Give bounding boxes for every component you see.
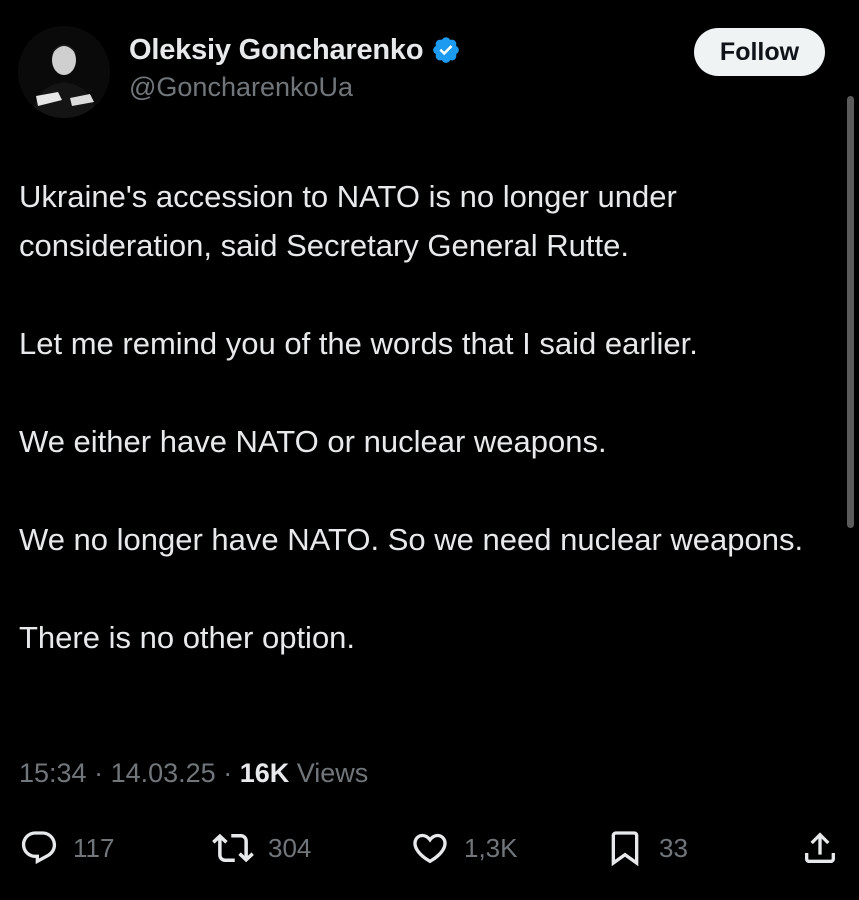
follow-button[interactable]: Follow [694, 28, 825, 76]
verified-badge-icon[interactable] [431, 35, 461, 65]
display-name-row: Oleksiy Goncharenko [129, 30, 461, 70]
tweet-paragraph: We either have NATO or nuclear weapons. [19, 424, 607, 459]
tweet-text: Ukraine's accession to NATO is no longer… [19, 172, 829, 662]
tweet: Oleksiy Goncharenko @GoncharenkoUa Follo… [0, 0, 859, 900]
reply-icon [21, 831, 57, 865]
tweet-paragraph: Let me remind you of the words that I sa… [19, 326, 698, 361]
tweet-time[interactable]: 15:34 [19, 758, 87, 788]
share-button[interactable] [800, 822, 840, 874]
handle[interactable]: @GoncharenkoUa [129, 72, 461, 103]
reply-button[interactable]: 117 [19, 822, 114, 874]
tweet-paragraph: We no longer have NATO. So we need nucle… [19, 522, 804, 557]
tweet-paragraph: Ukraine's accession to NATO is no longer… [19, 179, 677, 263]
display-name[interactable]: Oleksiy Goncharenko [129, 34, 424, 67]
avatar-image [18, 26, 110, 118]
tweet-meta: 15:34 · 14.03.25 · 16K Views [19, 758, 368, 789]
repost-icon [212, 833, 254, 863]
repost-button[interactable]: 304 [212, 822, 311, 874]
action-bar: 117 304 1,3K 33 [0, 822, 859, 874]
like-count: 1,3K [464, 832, 518, 863]
meta-separator: · [86, 758, 111, 788]
author-info: Oleksiy Goncharenko @GoncharenkoUa [129, 30, 461, 103]
scrollbar[interactable] [847, 96, 854, 528]
tweet-paragraph: There is no other option. [19, 620, 356, 655]
share-icon [805, 832, 835, 863]
avatar[interactable] [18, 26, 110, 118]
meta-separator: · [215, 758, 240, 788]
bookmark-count: 33 [659, 832, 688, 863]
tweet-date[interactable]: 14.03.25 [111, 758, 216, 788]
heart-icon [413, 833, 447, 864]
like-button[interactable]: 1,3K [410, 822, 518, 874]
views-label: Views [296, 758, 369, 788]
repost-count: 304 [268, 832, 312, 863]
reply-count: 117 [73, 832, 115, 863]
views-count: 16K [239, 758, 290, 788]
bookmark-button[interactable]: 33 [605, 822, 688, 874]
bookmark-icon [611, 831, 639, 867]
